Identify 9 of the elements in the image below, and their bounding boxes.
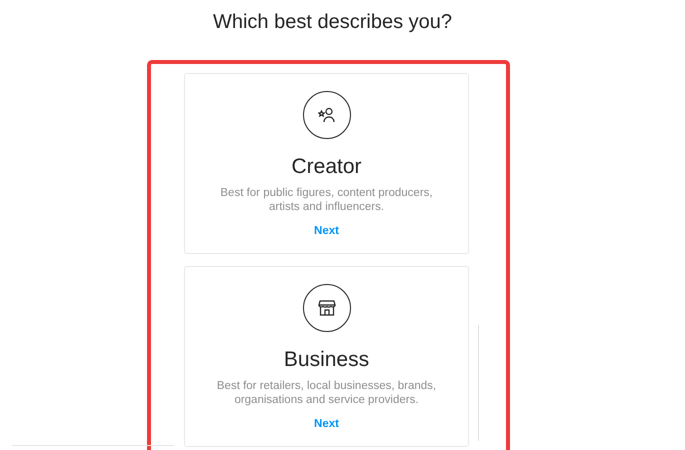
page-heading: Which best describes you?: [212, 10, 453, 34]
next-button[interactable]: Next: [314, 224, 339, 238]
next-button[interactable]: Next: [314, 417, 339, 431]
option-description: Best for public figures, content producers, artists and influencers.: [219, 186, 434, 214]
option-description: Best for retailers, local businesses, brands, organisations and service providers.: [216, 379, 438, 407]
option-title: Business: [282, 348, 370, 372]
option-title: Creator: [290, 155, 363, 179]
storefront-icon: [318, 299, 336, 317]
star-person-icon: [318, 107, 336, 123]
